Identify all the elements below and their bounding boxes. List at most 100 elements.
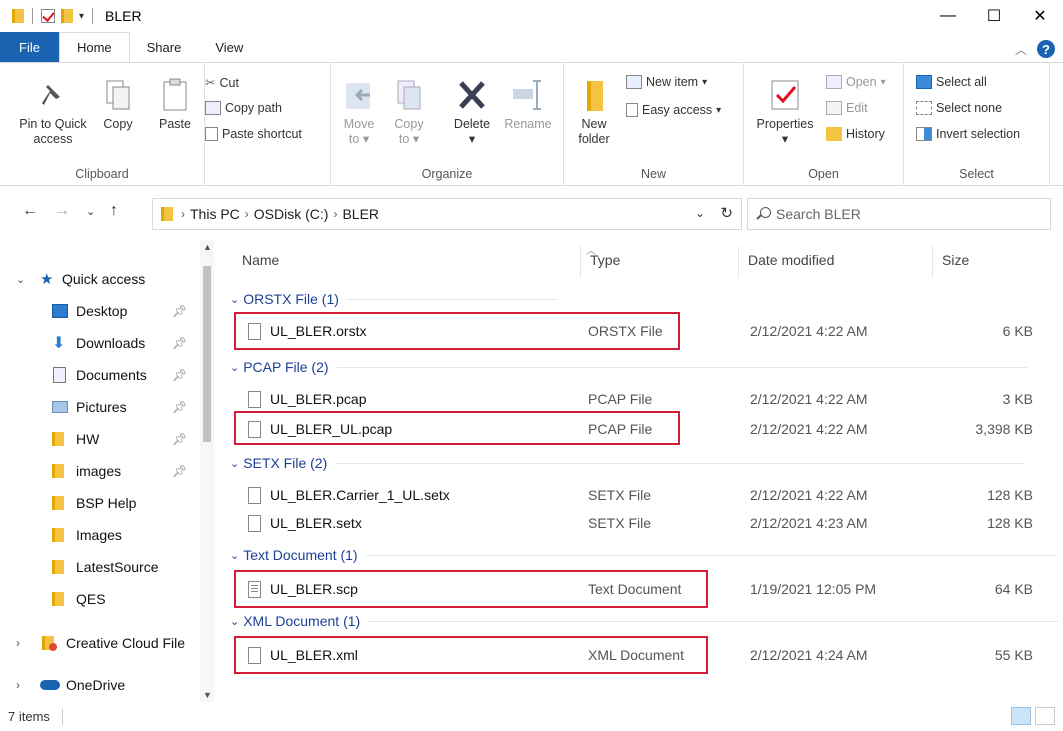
close-button[interactable]: ✕ xyxy=(1017,0,1063,32)
file-type: SETX File xyxy=(588,487,652,503)
pin-to-quick-access-button[interactable]: Pin to Quick access xyxy=(12,77,94,147)
folder-icon[interactable] xyxy=(12,9,24,23)
minimize-button[interactable]: — xyxy=(925,0,971,32)
select-none-button[interactable]: Select none xyxy=(916,101,1002,115)
pin-icon[interactable]: 📌︎ xyxy=(172,304,187,318)
breadcrumb-osdisk[interactable]: OSDisk (C:) xyxy=(254,206,329,222)
divider xyxy=(92,8,94,24)
delete-dropdown[interactable]: ▾ xyxy=(469,132,475,147)
expand-chevron-icon[interactable]: › xyxy=(16,678,20,692)
chevron-right-icon[interactable]: › xyxy=(245,207,249,221)
new-item-button[interactable]: New item ▾ xyxy=(626,75,707,89)
collapse-chevron-icon: ⌄ xyxy=(230,293,240,306)
paste-button[interactable]: Paste xyxy=(152,77,198,132)
open-button[interactable]: Open ▾ xyxy=(826,75,886,89)
select-all-label: Select all xyxy=(936,75,987,89)
move-to-button[interactable]: Move to ▾ xyxy=(339,77,379,147)
copy-to-button[interactable]: Copy to ▾ xyxy=(389,77,429,147)
new-group-label: New xyxy=(640,167,666,181)
tab-view[interactable]: View xyxy=(198,32,260,62)
column-divider[interactable] xyxy=(738,246,739,278)
back-arrow-icon[interactable]: ← xyxy=(22,202,38,220)
pin-label-2: access xyxy=(33,132,73,146)
copy-path-button[interactable]: Copy path xyxy=(205,101,282,115)
customize-toolbar-dropdown[interactable]: ▾ xyxy=(79,11,84,22)
history-label: History xyxy=(846,127,885,141)
group-header-orstx[interactable]: ⌄ ORSTX File (1) xyxy=(230,288,557,310)
column-header-size[interactable]: Size xyxy=(942,240,969,280)
group-divider xyxy=(346,298,557,300)
address-bar[interactable]: › This PC › OSDisk (C:) › BLER ⌄ ↻ xyxy=(152,198,742,230)
pin-icon[interactable]: 📌︎ xyxy=(172,400,187,414)
easy-access-button[interactable]: Easy access ▾ xyxy=(626,103,721,117)
file-row-ul-bler-carrier-setx[interactable]: UL_BLER.Carrier_1_UL.setx SETX File 2/12… xyxy=(214,480,1063,510)
history-button[interactable]: History xyxy=(826,127,885,141)
recent-locations-chevron-icon[interactable]: ⌄ xyxy=(86,205,95,218)
properties-check-icon[interactable] xyxy=(41,9,55,23)
column-header-type[interactable]: Type xyxy=(590,240,620,280)
forward-arrow-icon[interactable]: → xyxy=(54,202,70,220)
pin-icon[interactable]: 📌︎ xyxy=(172,432,187,446)
tab-share[interactable]: Share xyxy=(130,32,199,62)
group-header-setx[interactable]: ⌄ SETX File (2) xyxy=(230,452,1026,474)
pin-icon[interactable]: 📌︎ xyxy=(172,336,187,350)
tab-home[interactable]: Home xyxy=(58,32,130,62)
open-icon xyxy=(826,75,842,89)
column-header-date[interactable]: Date modified xyxy=(748,240,834,280)
maximize-button[interactable]: ☐ xyxy=(971,0,1017,32)
search-input[interactable]: Search BLER xyxy=(747,198,1051,230)
nav-scrollbar[interactable]: ▲ ▼ xyxy=(200,240,214,702)
new-folder-button[interactable]: New folder xyxy=(574,77,614,147)
properties-button[interactable]: Properties ▾ xyxy=(752,77,818,147)
properties-dropdown[interactable]: ▾ xyxy=(782,132,788,147)
breadcrumb-this-pc[interactable]: This PC xyxy=(190,206,240,222)
file-icon xyxy=(248,515,261,532)
up-arrow-icon[interactable]: ↑ xyxy=(110,202,118,220)
collapse-chevron-icon: ⌄ xyxy=(230,457,240,470)
pin-icon[interactable]: 📌︎ xyxy=(172,464,187,478)
group-divider xyxy=(368,620,1059,622)
large-icons-view-icon[interactable] xyxy=(1035,707,1055,725)
group-header-xml-document[interactable]: ⌄ XML Document (1) xyxy=(230,610,1059,632)
column-divider[interactable] xyxy=(932,246,933,278)
rename-button[interactable]: Rename xyxy=(501,77,555,132)
edit-button[interactable]: Edit xyxy=(826,101,868,115)
copy-button[interactable]: Copy xyxy=(98,77,138,132)
new-item-icon xyxy=(626,75,642,89)
chevron-right-icon[interactable]: › xyxy=(333,207,337,221)
move-to-label-1: Move xyxy=(343,117,375,131)
file-size: 55 KB xyxy=(994,647,1033,663)
file-name: UL_BLER.Carrier_1_UL.setx xyxy=(270,487,450,503)
select-all-button[interactable]: Select all xyxy=(916,75,987,89)
tab-file[interactable]: File xyxy=(0,32,59,62)
group-header-text-document[interactable]: ⌄ Text Document (1) xyxy=(230,544,1056,566)
details-view-icon[interactable] xyxy=(1011,707,1031,725)
delete-button[interactable]: Delete ▾ xyxy=(449,77,495,147)
invert-selection-button[interactable]: Invert selection xyxy=(916,127,1020,141)
pictures-icon xyxy=(52,401,68,413)
ribbon-tabs: File Home Share View ︿ ? xyxy=(0,32,1063,62)
column-header-name[interactable]: Name xyxy=(242,240,279,280)
file-row-ul-bler-pcap[interactable]: UL_BLER.pcap PCAP File 2/12/2021 4:22 AM… xyxy=(214,384,1063,414)
file-row-ul-bler-setx[interactable]: UL_BLER.setx SETX File 2/12/2021 4:23 AM… xyxy=(214,508,1063,538)
expand-chevron-icon[interactable]: › xyxy=(16,636,20,650)
documents-icon xyxy=(53,367,66,383)
scroll-thumb[interactable] xyxy=(203,266,211,442)
scroll-up-icon[interactable]: ▲ xyxy=(203,242,212,252)
chevron-right-icon[interactable]: › xyxy=(181,207,185,221)
cut-button[interactable]: ✂ Cut xyxy=(205,75,239,91)
address-history-chevron-icon[interactable]: ⌄ xyxy=(695,206,705,220)
highlight-box xyxy=(234,411,680,445)
pin-icon[interactable]: 📌︎ xyxy=(172,368,187,382)
collapse-ribbon-icon[interactable]: ︿ xyxy=(1015,41,1027,58)
help-icon[interactable]: ? xyxy=(1037,40,1055,58)
paste-shortcut-button[interactable]: Paste shortcut xyxy=(205,127,302,141)
breadcrumb-bler[interactable]: BLER xyxy=(342,206,379,222)
expand-chevron-icon[interactable]: ⌄ xyxy=(16,273,25,286)
column-divider[interactable] xyxy=(580,246,581,278)
group-header-pcap[interactable]: ⌄ PCAP File (2) xyxy=(230,356,1027,378)
status-bar: 7 items xyxy=(0,702,1063,731)
refresh-icon[interactable]: ↻ xyxy=(720,204,733,222)
scroll-down-icon[interactable]: ▼ xyxy=(203,690,212,700)
new-folder-icon[interactable] xyxy=(61,9,73,23)
